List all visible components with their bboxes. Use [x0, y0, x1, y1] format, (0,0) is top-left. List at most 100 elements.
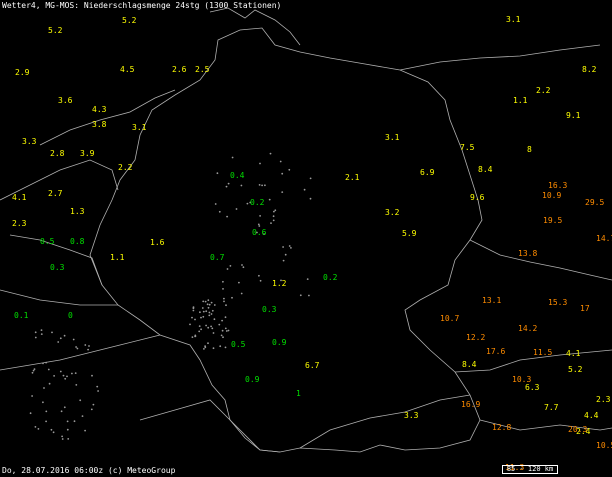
station-value: 0: [68, 311, 73, 320]
station-value: 1: [296, 389, 301, 398]
station-value: 10.9: [542, 191, 561, 200]
dry-station-dot: [219, 345, 222, 348]
station-value: 2.5: [195, 65, 210, 74]
dry-station-dot: [288, 168, 291, 171]
station-value: 8: [527, 145, 532, 154]
station-value: 16.9: [461, 400, 480, 409]
dry-station-dot: [226, 268, 229, 270]
dry-station-dot: [207, 299, 210, 302]
dry-station-dot: [309, 197, 312, 200]
dry-station-dot: [64, 377, 67, 380]
station-value: 14.2: [518, 324, 537, 333]
dry-station-dot: [238, 281, 240, 284]
dry-station-dot: [210, 313, 213, 315]
dry-station-dot: [223, 300, 225, 303]
dry-station-dot: [205, 324, 208, 327]
station-value: 12.8: [492, 423, 511, 432]
dry-station-dot: [211, 327, 214, 330]
dry-station-dot: [227, 329, 230, 332]
station-value: 29.5: [585, 198, 604, 207]
dry-station-dot: [221, 329, 224, 332]
station-value: 8.4: [478, 165, 493, 174]
dry-station-dot: [231, 296, 233, 299]
station-value: 0.4: [230, 171, 245, 180]
dry-station-dot: [63, 334, 66, 337]
dry-station-dot: [240, 292, 243, 295]
dry-station-dot: [52, 431, 55, 434]
dry-station-dot: [290, 247, 292, 249]
dry-station-dot: [189, 323, 191, 326]
distance-scale-label: 85 - 120 km: [506, 465, 554, 473]
dry-station-dot: [42, 401, 44, 404]
dry-station-dot: [34, 336, 37, 339]
station-value: 1.3: [70, 207, 85, 216]
dry-station-dot: [194, 334, 197, 337]
dry-station-dot: [61, 438, 64, 440]
station-value: 5.9: [402, 229, 417, 238]
dry-station-dot: [207, 326, 210, 329]
station-value: 0.7: [210, 253, 225, 262]
map-timestamp: Do, 28.07.2016 06:00z (c) MeteoGroup: [2, 466, 176, 475]
station-value: 17: [580, 304, 590, 313]
station-value: 2.8: [50, 149, 65, 158]
dry-station-dot: [53, 375, 55, 377]
dry-station-dot: [273, 210, 275, 213]
dry-station-dot: [191, 316, 193, 319]
station-value: 4.1: [12, 193, 27, 202]
station-value: 6.9: [420, 168, 435, 177]
station-value: 0.3: [262, 305, 277, 314]
dry-station-dot: [66, 375, 68, 378]
dry-station-dot: [222, 336, 224, 339]
dry-station-dot: [274, 209, 277, 212]
dry-station-dot: [308, 294, 310, 297]
dry-station-dot: [281, 172, 284, 175]
station-value: 0.8: [70, 237, 85, 246]
dry-station-dot: [213, 318, 216, 321]
dry-station-dot: [222, 288, 224, 290]
dry-station-dot: [288, 245, 291, 247]
station-value: 3.1: [385, 133, 400, 142]
dry-station-dot: [202, 300, 205, 303]
precipitation-map: 5.2 5.2 2.9 4.5 2.6 2.5 3.6 4.3 3.8 3.1 3.3 2.8 3.9 2…: [0, 0, 612, 477]
dry-station-dot: [47, 368, 50, 371]
station-value: 3.3: [22, 137, 37, 146]
station-value: 7.7: [544, 403, 559, 412]
dry-station-dot: [279, 160, 282, 163]
dry-station-dot: [32, 369, 35, 372]
map-title: Wetter4, MG-MOS: Niederschlagsmenge 24st…: [2, 1, 282, 10]
station-value: 4.5: [120, 65, 135, 74]
dry-station-dot: [29, 412, 32, 415]
dry-station-dot: [229, 265, 232, 267]
station-value: 0.5: [231, 340, 246, 349]
dry-station-dot: [66, 428, 69, 431]
dry-station-dot: [258, 274, 260, 277]
dry-station-dot: [42, 362, 44, 365]
dry-station-dot: [309, 177, 312, 180]
dry-station-dot: [208, 314, 211, 317]
dry-station-dot: [96, 385, 99, 388]
dry-station-dot: [214, 203, 217, 205]
dry-station-dot: [225, 185, 228, 188]
dry-station-dot: [88, 345, 90, 347]
station-value: 10.5: [596, 441, 612, 450]
dry-station-dot: [246, 202, 249, 205]
dry-station-dot: [204, 345, 207, 347]
dry-station-dot: [90, 408, 93, 411]
dry-station-dot: [75, 346, 77, 348]
dry-station-dot: [45, 410, 48, 413]
dry-station-dot: [282, 259, 285, 262]
station-value: 5.2: [568, 365, 583, 374]
station-value: 3.6: [58, 96, 73, 105]
dry-station-dot: [212, 347, 215, 350]
station-value: 0.9: [272, 338, 287, 347]
dry-station-dot: [235, 208, 238, 210]
dry-station-dot: [223, 297, 225, 300]
station-value: 1.2: [272, 279, 287, 288]
dry-station-dot: [220, 334, 223, 337]
station-value: 10.7: [440, 314, 459, 323]
dry-station-dot: [73, 420, 76, 423]
station-value: 2.3: [12, 219, 27, 228]
station-value: 0.2: [250, 198, 265, 207]
dry-station-dot: [51, 331, 53, 334]
dry-station-dot: [210, 301, 213, 304]
